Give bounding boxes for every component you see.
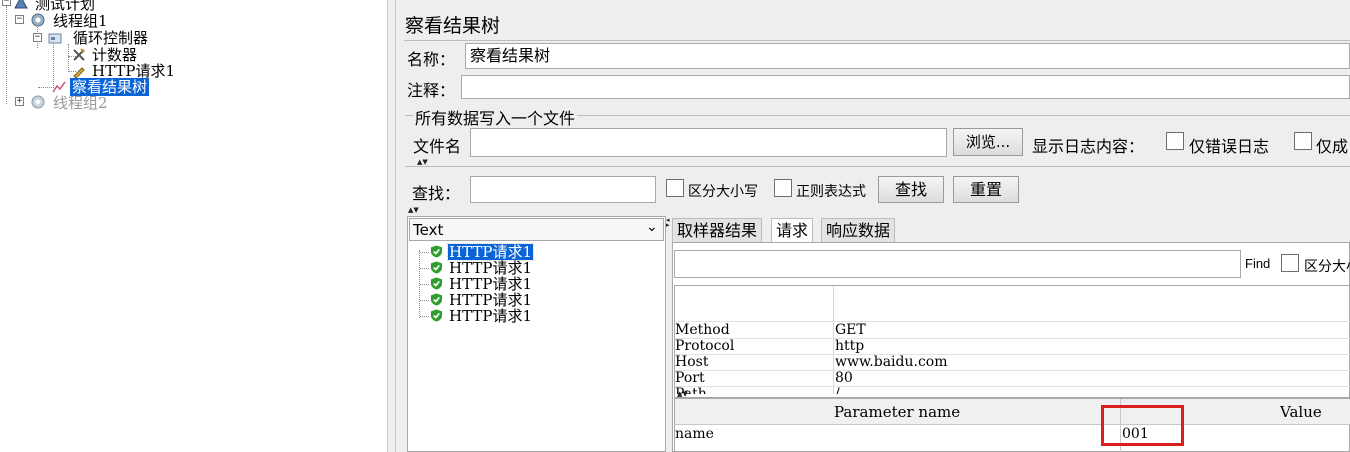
request-value: GET xyxy=(835,322,866,338)
row-divider xyxy=(675,386,1350,387)
tree-node-view-results-tree[interactable]: 察看结果树 xyxy=(70,78,150,96)
tree-node-http-request[interactable]: HTTP请求1 xyxy=(92,63,175,79)
collapse-toggle[interactable]: − xyxy=(2,0,11,6)
tools-icon xyxy=(73,48,85,61)
tree-node-counter[interactable]: 计数器 xyxy=(92,47,137,63)
expand-toggle[interactable]: + xyxy=(15,97,24,106)
request-value: 80 xyxy=(835,370,853,386)
param-name-cell[interactable]: name xyxy=(675,426,714,442)
test-plan-tree: − 测试计划 − 线程组1 − 循环控制器 计数器 HTTP请求1 察看结果树 … xyxy=(0,0,387,452)
row-divider xyxy=(675,354,1350,355)
tree-node-loop-controller[interactable]: 循环控制器 xyxy=(73,30,148,46)
param-value-header[interactable]: Value xyxy=(1280,404,1322,420)
tree-connector xyxy=(38,87,52,88)
gear-icon xyxy=(31,13,45,27)
split-arrows[interactable]: ▲▼ xyxy=(677,391,688,398)
flask-icon xyxy=(14,0,28,9)
request-key: Protocol xyxy=(675,338,735,354)
gear-icon xyxy=(31,95,45,109)
row-divider xyxy=(675,370,1350,371)
request-rows-viewport: Method GET Protocol http Host www.baidu.com Po… xyxy=(396,0,1350,394)
view-results-tree-panel: 察看结果树 名称： 察看结果树 注释： 所有数据写入一个文件 文件名 浏览...… xyxy=(396,0,1350,452)
request-value: / xyxy=(835,386,840,394)
request-key: Host xyxy=(675,354,709,370)
tree-node-thread-group-1[interactable]: 线程组1 xyxy=(53,13,108,29)
loop-controller-icon xyxy=(48,33,62,44)
tree-node-test-plan[interactable]: 测试计划 xyxy=(35,0,95,12)
collapse-toggle[interactable]: − xyxy=(33,33,42,42)
request-value: www.baidu.com xyxy=(835,354,948,370)
highlight-box xyxy=(1101,405,1184,446)
param-name-header[interactable]: Parameter name xyxy=(834,404,960,420)
request-key: Port xyxy=(675,370,705,386)
parameter-header xyxy=(675,399,1350,425)
pane-splitter[interactable] xyxy=(387,0,396,452)
tree-node-thread-group-2[interactable]: 线程组2 xyxy=(53,95,108,111)
tree-connector xyxy=(68,44,69,72)
row-divider xyxy=(675,338,1350,339)
pencil-icon xyxy=(73,67,85,78)
tree-connector xyxy=(6,6,7,104)
chart-icon xyxy=(52,81,66,93)
collapse-toggle[interactable]: − xyxy=(15,15,24,24)
request-key: Method xyxy=(675,322,730,338)
request-value: http xyxy=(835,338,865,354)
